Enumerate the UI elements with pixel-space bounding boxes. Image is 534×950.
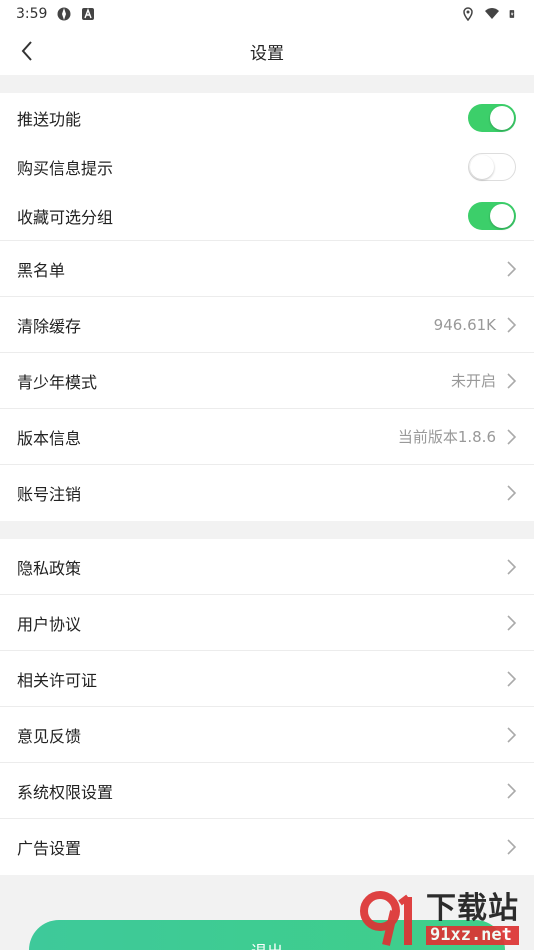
- chevron-right-icon: [507, 782, 517, 799]
- setting-feedback-label: 意见反馈: [17, 726, 82, 746]
- setting-privacy-policy[interactable]: 隐私政策: [0, 539, 534, 595]
- chevron-right-icon: [507, 260, 517, 277]
- chevron-right-icon: [507, 485, 517, 501]
- setting-version-info-label: 版本信息: [17, 428, 82, 448]
- setting-clear-cache-label: 清除缓存: [17, 316, 82, 336]
- setting-purchase-alert-label: 购买信息提示: [17, 158, 114, 178]
- setting-system-permissions[interactable]: 系统权限设置: [0, 763, 534, 819]
- cache-size-value: 946.61K: [433, 315, 496, 334]
- toggle-knob: [470, 154, 494, 179]
- row-right: 当前版本1.8.6: [398, 426, 518, 447]
- setting-user-agreement-label: 用户协议: [17, 614, 82, 634]
- watermark-cn: 下载站: [426, 890, 519, 926]
- teen-mode-value: 未开启: [450, 372, 496, 390]
- status-time: 3:59: [16, 6, 48, 22]
- setting-user-agreement[interactable]: 用户协议: [0, 595, 534, 651]
- purchase-alert-toggle[interactable]: [468, 152, 516, 181]
- watermark-url: 91xz.net: [426, 925, 519, 945]
- chevron-right-icon: [507, 839, 517, 855]
- setting-licenses-label: 相关许可证: [17, 670, 98, 690]
- battery-charging-icon: [509, 10, 515, 18]
- chevron-right-icon: [507, 558, 517, 575]
- setting-version-info[interactable]: 版本信息 当前版本1.8.6: [0, 409, 534, 465]
- watermark-text: 下载站 91xz.net: [426, 890, 519, 945]
- chevron-left-icon: [21, 41, 32, 61]
- back-button[interactable]: [14, 38, 40, 64]
- setting-teen-mode-label: 青少年模式: [17, 372, 98, 392]
- row-right: [506, 260, 518, 278]
- settings-group-legal: 隐私政策 用户协议 相关许可证 意见反馈 系统权限设置 广告设置: [0, 539, 534, 875]
- row-right: 未开启: [451, 370, 518, 391]
- push-toggle[interactable]: [468, 103, 516, 132]
- setting-blacklist-label: 黑名单: [17, 260, 66, 280]
- location-icon: [463, 7, 473, 21]
- font-a-icon: [82, 8, 95, 20]
- wifi-icon: [485, 8, 499, 19]
- setting-teen-mode[interactable]: 青少年模式 未开启: [0, 353, 534, 409]
- section-divider: [0, 75, 534, 93]
- chevron-right-icon: [507, 614, 517, 631]
- setting-licenses[interactable]: 相关许可证: [0, 651, 534, 707]
- chevron-right-icon: [507, 316, 517, 333]
- nav-bar: 设置: [0, 28, 534, 75]
- status-right: [461, 7, 518, 21]
- chevron-right-icon: [507, 726, 517, 743]
- setting-push: 推送功能: [0, 93, 534, 142]
- setting-feedback[interactable]: 意见反馈: [0, 707, 534, 763]
- toggle-knob: [490, 105, 514, 130]
- setting-system-permissions-label: 系统权限设置: [17, 782, 114, 802]
- setting-ad-settings-label: 广告设置: [17, 839, 82, 858]
- setting-push-label: 推送功能: [17, 109, 82, 129]
- setting-privacy-policy-label: 隐私政策: [17, 558, 82, 578]
- setting-ad-settings[interactable]: 广告设置: [0, 819, 534, 875]
- settings-group-main: 推送功能 购买信息提示 收藏可选分组 黑名单 清除缓存 946.61K 青少年模…: [0, 93, 534, 521]
- page-title: 设置: [250, 44, 284, 64]
- row-right: [506, 484, 518, 502]
- watermark: 下载站 91xz.net: [358, 888, 530, 950]
- watermark-logo-icon: [360, 891, 412, 946]
- chevron-right-icon: [507, 372, 517, 389]
- setting-favorite-group-label: 收藏可选分组: [17, 207, 114, 227]
- setting-clear-cache[interactable]: 清除缓存 946.61K: [0, 297, 534, 353]
- version-value: 当前版本1.8.6: [397, 428, 496, 446]
- setting-purchase-alert: 购买信息提示: [0, 142, 534, 191]
- status-left: 3:59: [16, 6, 95, 22]
- app-notification-icon: [57, 7, 71, 21]
- setting-account-cancel[interactable]: 账号注销: [0, 465, 534, 521]
- toggle-knob: [490, 203, 514, 228]
- setting-account-cancel-label: 账号注销: [17, 485, 82, 504]
- setting-blacklist[interactable]: 黑名单: [0, 241, 534, 297]
- status-bar: 3:59: [0, 0, 534, 28]
- setting-favorite-group: 收藏可选分组: [0, 191, 534, 241]
- chevron-right-icon: [507, 670, 517, 687]
- row-right: 946.61K: [434, 316, 518, 334]
- favorite-group-toggle[interactable]: [468, 201, 516, 230]
- chevron-right-icon: [507, 428, 517, 445]
- section-divider: [0, 521, 534, 539]
